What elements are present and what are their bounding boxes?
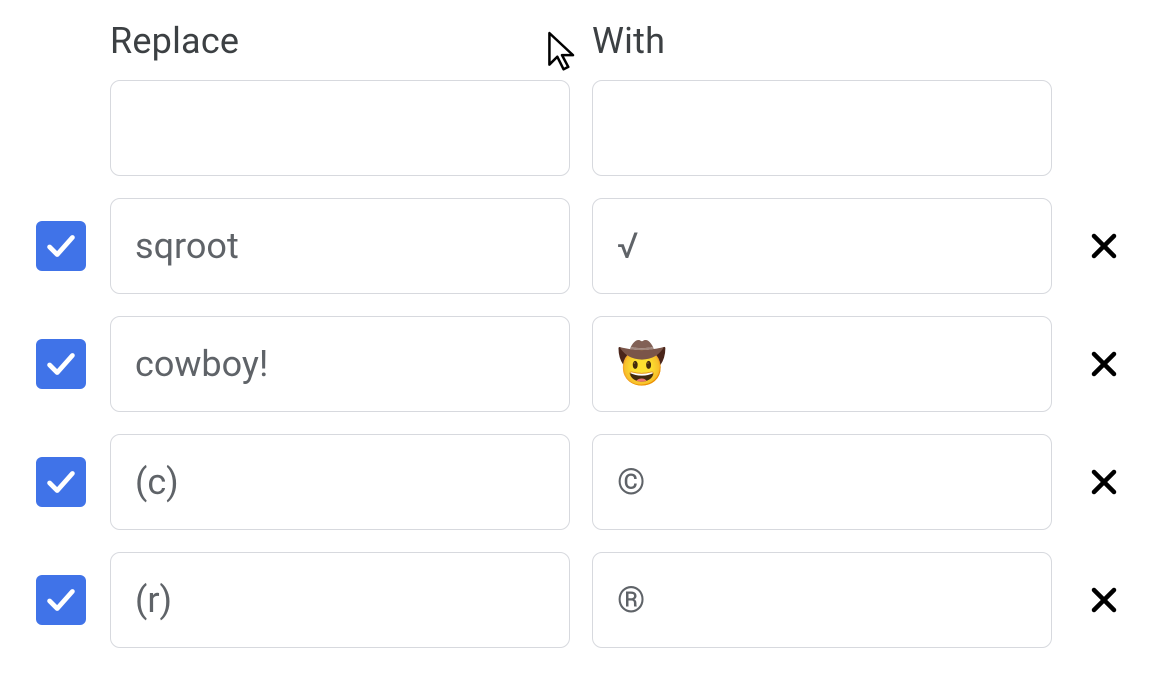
substitution-row: cowboy! 🤠 xyxy=(30,316,1134,412)
replace-input[interactable]: sqroot xyxy=(110,198,570,294)
check-icon xyxy=(42,227,80,265)
with-input[interactable]: 🤠 xyxy=(592,316,1052,412)
delete-button[interactable] xyxy=(1086,464,1122,500)
close-icon xyxy=(1089,585,1119,615)
row-checkbox[interactable] xyxy=(36,221,86,271)
close-icon xyxy=(1089,467,1119,497)
with-value: 🤠 xyxy=(617,344,667,384)
close-icon xyxy=(1089,231,1119,261)
new-with-input[interactable] xyxy=(592,80,1052,176)
header-replace-label: Replace xyxy=(110,20,570,62)
close-icon xyxy=(1089,349,1119,379)
header-with-label: With xyxy=(592,20,1052,62)
row-checkbox[interactable] xyxy=(36,575,86,625)
row-checkbox[interactable] xyxy=(36,339,86,389)
check-icon xyxy=(42,345,80,383)
replace-input[interactable]: cowboy! xyxy=(110,316,570,412)
replace-input[interactable]: (r) xyxy=(110,552,570,648)
new-entry-row xyxy=(30,80,1134,176)
substitution-row: sqroot √ xyxy=(30,198,1134,294)
substitution-row: (r) ® xyxy=(30,552,1134,648)
with-input[interactable]: √ xyxy=(592,198,1052,294)
with-input[interactable]: © xyxy=(592,434,1052,530)
header-row: Replace With xyxy=(30,20,1134,62)
check-icon xyxy=(42,463,80,501)
delete-button[interactable] xyxy=(1086,582,1122,618)
delete-button[interactable] xyxy=(1086,228,1122,264)
check-icon xyxy=(42,581,80,619)
row-checkbox[interactable] xyxy=(36,457,86,507)
with-input[interactable]: ® xyxy=(592,552,1052,648)
replace-input[interactable]: (c) xyxy=(110,434,570,530)
substitution-row: (c) © xyxy=(30,434,1134,530)
new-replace-input[interactable] xyxy=(110,80,570,176)
substitutions-table: Replace With sqroot √ xyxy=(30,20,1134,648)
delete-button[interactable] xyxy=(1086,346,1122,382)
